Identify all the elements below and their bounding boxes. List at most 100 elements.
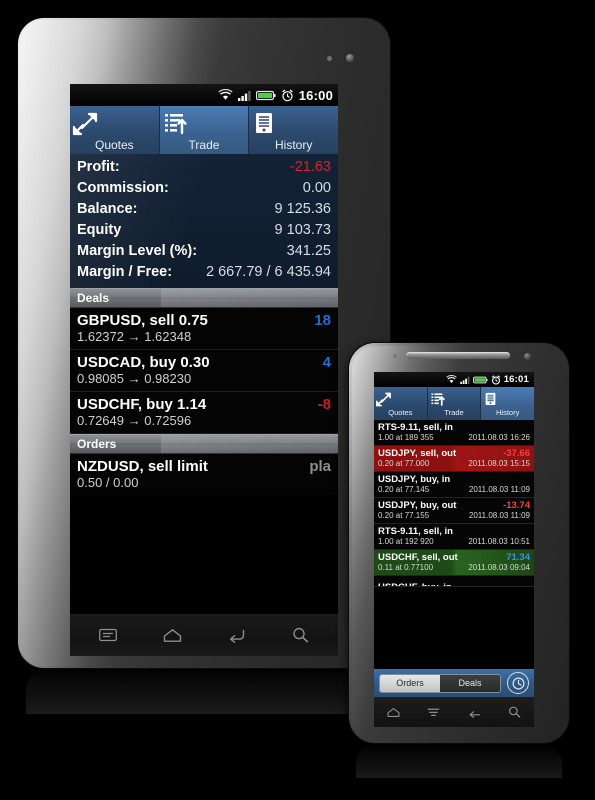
history-symbol: USDCHF, sell, out bbox=[378, 552, 458, 563]
tab-history[interactable]: History bbox=[249, 106, 338, 154]
summary-row-margin-free: Margin / Free: 2 667.79 / 6 435.94 bbox=[77, 262, 331, 283]
order-volume: 0.50 / 0.00 bbox=[77, 475, 139, 490]
menu-icon[interactable] bbox=[99, 628, 117, 642]
history-row[interactable]: USDCHF, sell, out 71.34 0.11 at 0.77100 … bbox=[374, 550, 534, 576]
segment-orders[interactable]: Orders bbox=[380, 674, 440, 692]
summary-label: Profit: bbox=[77, 159, 120, 175]
back-icon[interactable] bbox=[228, 628, 246, 643]
tablet-clock: 16:00 bbox=[298, 87, 333, 103]
deal-row[interactable]: GBPUSD, sell 0.75 18 1.62372 → 1.62348 bbox=[70, 308, 338, 350]
phone-speaker-icon bbox=[406, 352, 510, 359]
history-time: 2011.08.03 11:09 bbox=[468, 511, 530, 520]
search-icon[interactable] bbox=[508, 706, 521, 718]
history-row[interactable]: RTS-9.11, sell, in 1.00 at 189 355 2011.… bbox=[374, 420, 534, 446]
order-row[interactable]: NZDUSD, sell limit pla 0.50 / 0.00 bbox=[70, 454, 338, 495]
tab-quotes[interactable]: Quotes bbox=[374, 387, 428, 420]
summary-value: 9 103.73 bbox=[274, 222, 331, 238]
section-header-deals: Deals bbox=[70, 288, 338, 308]
history-symbol: RTS-9.11, sell, in bbox=[378, 526, 453, 537]
tablet-nav-bar[interactable] bbox=[70, 614, 338, 656]
quotes-arrows-icon bbox=[70, 110, 159, 138]
history-book-icon bbox=[249, 110, 338, 138]
phone-screen: 16:01 Quotes Trade History RTS-9.11, sel… bbox=[374, 372, 534, 669]
tablet-tab-bar[interactable]: Quotes Trade History bbox=[70, 106, 338, 154]
orders-deals-toggle[interactable]: Orders Deals bbox=[379, 673, 501, 693]
tab-history-label: History bbox=[496, 408, 520, 417]
home-icon[interactable] bbox=[163, 628, 182, 643]
signal-icon bbox=[459, 376, 470, 384]
scene: 16:00 Quotes Trade History Profit: -21.6… bbox=[0, 0, 595, 800]
tab-history-label: History bbox=[275, 138, 313, 152]
history-symbol: USDJPY, sell, out bbox=[378, 448, 457, 459]
phone-nav-bar[interactable] bbox=[374, 697, 534, 727]
phone-tab-bar[interactable]: Quotes Trade History bbox=[374, 387, 534, 420]
summary-value: 0.00 bbox=[302, 180, 331, 196]
phone-reflection bbox=[356, 744, 562, 778]
deal-row[interactable]: USDCHF, buy 1.14 -8 0.72649 → 0.72596 bbox=[70, 392, 338, 434]
battery-icon bbox=[255, 90, 276, 101]
menu-icon[interactable] bbox=[427, 707, 440, 718]
battery-icon bbox=[472, 376, 488, 384]
history-row-clipped[interactable]: USDCHF, buy, in bbox=[374, 576, 534, 587]
summary-row-commission: Commission: 0.00 bbox=[77, 178, 331, 199]
trade-list-icon bbox=[160, 110, 249, 138]
summary-row-profit: Profit: -21.63 bbox=[77, 157, 331, 178]
tab-quotes[interactable]: Quotes bbox=[70, 106, 160, 154]
tablet-status-bar: 16:00 bbox=[70, 84, 338, 106]
search-icon[interactable] bbox=[292, 627, 309, 643]
phone-clock: 16:01 bbox=[503, 374, 529, 385]
tab-history[interactable]: History bbox=[481, 387, 534, 420]
deal-symbol: USDCAD, buy 0.30 bbox=[77, 354, 210, 371]
history-symbol: USDJPY, buy, out bbox=[378, 500, 457, 511]
tab-trade[interactable]: Trade bbox=[159, 106, 250, 154]
tablet-device: 16:00 Quotes Trade History Profit: -21.6… bbox=[18, 18, 390, 668]
summary-value: -21.63 bbox=[289, 159, 331, 175]
history-volume: 1.00 at 192 920 bbox=[378, 537, 434, 546]
deal-profit: 4 bbox=[322, 354, 331, 371]
tablet-sensor-icon bbox=[327, 56, 332, 61]
history-time: 2011.08.03 10:51 bbox=[468, 537, 530, 546]
summary-row-margin-level: Margin Level (%): 341.25 bbox=[77, 241, 331, 262]
summary-label: Commission: bbox=[77, 180, 169, 196]
phone-status-bar: 16:01 bbox=[374, 372, 534, 387]
history-row[interactable]: USDJPY, buy, out -13.74 0.20 at 77.155 2… bbox=[374, 498, 534, 524]
wifi-icon bbox=[218, 89, 233, 101]
summary-value: 2 667.79 / 6 435.94 bbox=[206, 264, 331, 280]
section-title: Orders bbox=[77, 437, 117, 451]
section-header-orders: Orders bbox=[70, 434, 338, 454]
section-title: Deals bbox=[77, 291, 110, 305]
history-profit: -37.66 bbox=[503, 448, 530, 459]
history-volume: 0.20 at 77.155 bbox=[378, 511, 430, 520]
tab-quotes-label: Quotes bbox=[94, 138, 134, 152]
summary-label: Balance: bbox=[77, 201, 138, 217]
quotes-arrows-icon bbox=[374, 391, 427, 408]
history-symbol: USDCHF, buy, in bbox=[378, 582, 452, 586]
history-symbol: USDJPY, buy, in bbox=[378, 474, 451, 485]
history-profit: 71.34 bbox=[506, 552, 530, 563]
summary-label: Equity bbox=[77, 222, 122, 238]
deal-symbol: GBPUSD, sell 0.75 bbox=[77, 312, 208, 329]
deal-profit: -8 bbox=[317, 396, 331, 413]
history-volume: 1.00 at 189 355 bbox=[378, 433, 434, 442]
history-time: 2011.08.03 16:26 bbox=[468, 433, 530, 442]
clock-icon[interactable] bbox=[507, 672, 529, 694]
history-symbol: RTS-9.11, sell, in bbox=[378, 422, 453, 433]
phone-bottom-toolbar[interactable]: Orders Deals bbox=[374, 669, 534, 697]
home-icon[interactable] bbox=[387, 707, 400, 718]
wifi-icon bbox=[445, 375, 457, 384]
history-row[interactable]: USDJPY, sell, out -37.66 0.20 at 77.000 … bbox=[374, 446, 534, 472]
deal-symbol: USDCHF, buy 1.14 bbox=[77, 396, 207, 413]
segment-deals[interactable]: Deals bbox=[440, 674, 500, 692]
tab-trade[interactable]: Trade bbox=[427, 387, 482, 420]
history-row[interactable]: RTS-9.11, sell, in 1.00 at 192 920 2011.… bbox=[374, 524, 534, 550]
deal-price: 0.98085 → 0.98230 bbox=[77, 371, 192, 386]
back-icon[interactable] bbox=[467, 707, 481, 718]
history-volume: 0.20 at 77.145 bbox=[378, 485, 430, 494]
deal-row[interactable]: USDCAD, buy 0.30 4 0.98085 → 0.98230 bbox=[70, 350, 338, 392]
tablet-camera-icon bbox=[346, 54, 354, 62]
tablet-reflection bbox=[26, 668, 382, 714]
history-profit: -13.74 bbox=[503, 500, 530, 511]
history-row[interactable]: USDJPY, buy, in 0.20 at 77.145 2011.08.0… bbox=[374, 472, 534, 498]
order-state: pla bbox=[309, 458, 331, 475]
summary-label: Margin / Free: bbox=[77, 264, 173, 280]
